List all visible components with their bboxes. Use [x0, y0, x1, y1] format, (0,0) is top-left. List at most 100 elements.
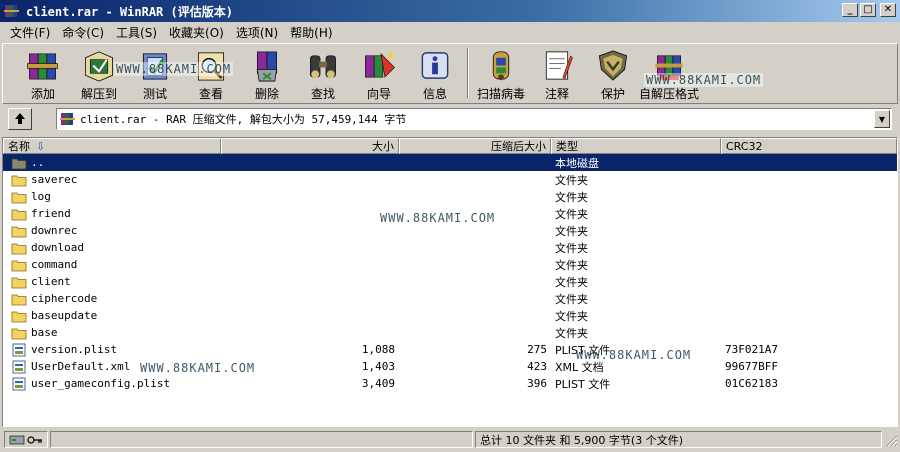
parent-folder-icon	[11, 158, 27, 169]
comment-button[interactable]: 注释	[529, 44, 585, 102]
folder-icon	[11, 260, 27, 271]
table-row[interactable]: log 文件夹	[3, 188, 897, 205]
menu-file[interactable]: 文件(F)	[4, 24, 56, 41]
up-arrow-icon	[15, 113, 25, 124]
file-name: command	[31, 258, 78, 271]
file-name: log	[31, 190, 51, 203]
cell-size: 1,088	[361, 343, 395, 356]
virus-scan-button[interactable]: 扫描病毒	[473, 44, 529, 102]
file-type: PLIST 文件	[555, 377, 611, 391]
file-type: 文件夹	[555, 190, 588, 204]
cell-crc: 01C62183	[725, 377, 778, 390]
cell-size	[221, 154, 399, 171]
find-label: 查找	[310, 87, 335, 101]
cell-crc	[721, 256, 897, 273]
cell-crc	[721, 154, 897, 171]
maximize-button[interactable]: □	[860, 3, 876, 17]
file-name: downrec	[31, 224, 78, 237]
resize-grip-icon[interactable]	[884, 433, 898, 447]
wizard-label: 向导	[366, 87, 391, 101]
status-icons[interactable]	[4, 431, 48, 448]
find-binoculars-icon	[310, 55, 336, 79]
protect-label: 保护	[600, 87, 625, 101]
menu-help[interactable]: 帮助(H)	[284, 24, 338, 41]
info-icon	[421, 52, 449, 79]
column-header-packed[interactable]: 压缩后大小	[399, 138, 551, 154]
protect-button[interactable]: 保护	[585, 44, 641, 102]
menu-commands[interactable]: 命令(C)	[56, 24, 110, 41]
test-label: 测试	[142, 87, 167, 101]
cell-type: 文件夹	[551, 307, 721, 324]
info-button[interactable]: 信息	[407, 44, 463, 102]
up-folder-button[interactable]	[8, 108, 32, 130]
comment-icon	[545, 51, 573, 80]
close-button[interactable]: ✕	[880, 3, 896, 17]
menu-tools[interactable]: 工具(S)	[110, 24, 163, 41]
cell-size	[221, 205, 399, 222]
file-type: 文件夹	[555, 207, 588, 221]
parent-folder-row[interactable]: .. 本地磁盘	[3, 154, 897, 171]
cell-name: downrec	[3, 222, 221, 239]
cell-type: 文件夹	[551, 188, 721, 205]
cell-type: 文件夹	[551, 256, 721, 273]
watermark: WWW.88KAMI.COM	[114, 62, 234, 76]
file-type: 本地磁盘	[555, 156, 599, 170]
cell-size	[221, 171, 399, 188]
menu-favorites[interactable]: 收藏夹(O)	[163, 24, 230, 41]
cell-crc	[721, 171, 897, 188]
file-type: 文件夹	[555, 241, 588, 255]
table-row[interactable]: command 文件夹	[3, 256, 897, 273]
drive-icon	[9, 435, 25, 444]
file-list[interactable]: 名称 ⇩ 大小 压缩后大小 类型 CRC32 .. 本地磁盘 saverec 文件夹 l…	[2, 137, 898, 427]
table-row[interactable]: baseupdate 文件夹	[3, 307, 897, 324]
title-bar[interactable]: client.rar - WinRAR (评估版本) _ □ ✕	[0, 0, 900, 22]
cell-name: download	[3, 239, 221, 256]
cell-crc	[721, 188, 897, 205]
column-header-size[interactable]: 大小	[221, 138, 399, 154]
table-row[interactable]: user_gameconfig.plist 3,409 396 PLIST 文件 01C…	[3, 375, 897, 392]
cell-type: 文件夹	[551, 324, 721, 341]
add-button[interactable]: 添加	[15, 44, 71, 102]
cell-crc	[721, 307, 897, 324]
cell-name: saverec	[3, 171, 221, 188]
column-header-type[interactable]: 类型	[551, 138, 721, 154]
menu-options[interactable]: 选项(N)	[230, 24, 284, 41]
maximize-icon: □	[863, 4, 873, 15]
status-selection	[49, 431, 473, 448]
folder-icon	[11, 277, 27, 288]
wizard-button[interactable]: 向导	[351, 44, 407, 102]
table-row[interactable]: saverec 文件夹	[3, 171, 897, 188]
table-row[interactable]: base 文件夹	[3, 324, 897, 341]
column-header-name[interactable]: 名称 ⇩	[3, 138, 221, 154]
address-bar: client.rar - RAR 压缩文件, 解包大小为 57,459,144 …	[2, 106, 898, 132]
minimize-button[interactable]: _	[842, 3, 858, 17]
table-row[interactable]: client 文件夹	[3, 273, 897, 290]
add-books-icon	[27, 53, 58, 80]
cell-packed	[399, 188, 551, 205]
find-button[interactable]: 查找	[295, 44, 351, 102]
dropdown-arrow-icon: ▼	[878, 114, 886, 124]
cell-size	[221, 290, 399, 307]
cell-packed: 275	[527, 343, 547, 356]
delete-button[interactable]: 删除	[239, 44, 295, 102]
column-headers: 名称 ⇩ 大小 压缩后大小 类型 CRC32	[3, 138, 897, 154]
address-dropdown-button[interactable]: ▼	[874, 110, 890, 128]
table-row[interactable]: ciphercode 文件夹	[3, 290, 897, 307]
extract-to-icon	[85, 51, 113, 82]
folder-icon	[11, 192, 27, 203]
table-row[interactable]: download 文件夹	[3, 239, 897, 256]
table-row[interactable]: version.plist 1,088 275 PLIST 文件 73F021A7	[3, 341, 897, 358]
cell-type: 文件夹	[551, 290, 721, 307]
cell-name: friend	[3, 205, 221, 222]
archive-path-field[interactable]: client.rar - RAR 压缩文件, 解包大小为 57,459,144 …	[56, 108, 892, 130]
cell-size	[221, 188, 399, 205]
cell-type: 文件夹	[551, 171, 721, 188]
cell-type: 本地磁盘	[551, 154, 721, 171]
file-type: 文件夹	[555, 326, 588, 340]
status-total: 总计 10 文件夹 和 5,900 字节(3 个文件)	[474, 431, 883, 448]
table-row[interactable]: UserDefault.xml 1,403 423 XML 文档 99677BFF	[3, 358, 897, 375]
column-header-crc[interactable]: CRC32	[721, 138, 897, 154]
file-name: client	[31, 275, 71, 288]
folder-icon	[11, 294, 27, 305]
cell-name: user_gameconfig.plist	[3, 375, 221, 392]
